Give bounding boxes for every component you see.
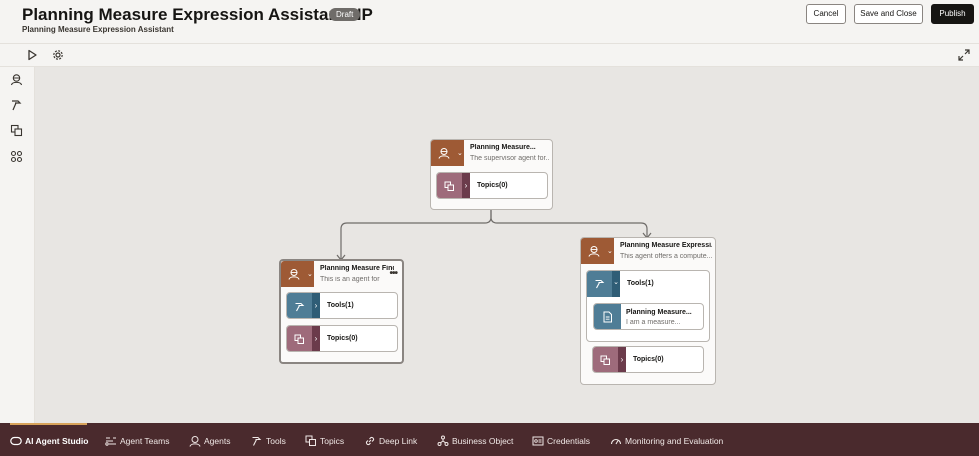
chevron-down-icon[interactable]: ⌄ <box>307 270 313 278</box>
tools-section[interactable]: › Tools(1) <box>286 292 398 319</box>
agent-canvas[interactable]: ⌄ Planning Measure... The supervisor age… <box>35 67 979 423</box>
tools-icon <box>295 302 305 312</box>
document-icon-tile <box>594 304 621 329</box>
agent-name: Planning Measure Find... <box>320 265 394 272</box>
supervisor-agent-card[interactable]: ⌄ Planning Measure... The supervisor age… <box>430 139 553 210</box>
expand-icon[interactable] <box>958 49 970 61</box>
agent-icon-tile[interactable]: ⌄ <box>581 238 614 264</box>
agent-header: ⌄ Planning Measure Expressi... This agen… <box>581 238 715 264</box>
agent-icon <box>438 148 450 159</box>
topics-label: Topics(0) <box>633 356 664 363</box>
agent-name: Planning Measure... <box>470 144 536 151</box>
tools-section-expanded[interactable]: ⌄ Tools(1) Planning Measure... I am a me… <box>586 270 710 342</box>
studio-icon <box>10 436 22 446</box>
agent-icon <box>588 246 600 257</box>
tools-icon <box>595 279 605 289</box>
agent-icon <box>288 269 300 280</box>
chevron-right-icon[interactable]: › <box>312 326 320 351</box>
agent-icon <box>189 436 201 447</box>
credentials-icon <box>532 436 544 446</box>
agent-description: This agent offers a compute... <box>620 253 712 260</box>
connector-lines <box>336 210 652 261</box>
topics-icon[interactable] <box>10 124 23 137</box>
document-icon <box>603 311 612 323</box>
tools-icon <box>252 436 262 446</box>
topics-icon-tile: › <box>287 326 320 351</box>
agent-description: This is an agent for th <box>320 276 380 283</box>
agent-icon[interactable] <box>10 73 23 86</box>
topics-section[interactable]: › Topics(0) <box>286 325 398 352</box>
bottom-navigation: AI Agent Studio Agent Teams Agents Tools… <box>0 423 979 456</box>
tool-item-name: Planning Measure... <box>626 309 692 316</box>
canvas-toolbar <box>0 44 979 67</box>
save-and-close-button[interactable]: Save and Close <box>854 4 923 24</box>
agent-icon-tile[interactable]: ⌄ <box>431 140 464 166</box>
tools-icon-tile: › <box>287 293 320 318</box>
tools-icon[interactable] <box>10 98 23 111</box>
chevron-down-icon[interactable]: ⌄ <box>612 271 620 297</box>
chevron-right-icon[interactable]: › <box>618 347 626 372</box>
gear-icon[interactable] <box>52 49 64 61</box>
topics-section[interactable]: › Topics(0) <box>592 346 704 373</box>
tool-item[interactable]: Planning Measure... I am a measure... <box>593 303 704 330</box>
tool-item-description: I am a measure... <box>626 319 681 326</box>
left-rail <box>0 67 35 423</box>
topics-section[interactable]: › Topics(0) <box>436 172 548 199</box>
chevron-down-icon[interactable]: ⌄ <box>607 247 613 255</box>
topics-label: Topics(0) <box>327 335 358 342</box>
page-subtitle: Planning Measure Expression Assistant <box>22 25 174 34</box>
topics-icon <box>294 334 304 344</box>
topics-icon-tile: › <box>437 173 470 198</box>
tools-label: Tools(1) <box>327 302 354 309</box>
topics-icon <box>600 355 610 365</box>
more-actions-icon[interactable]: ••• <box>389 269 397 279</box>
agent-card-find[interactable]: ⌄ Planning Measure Find... This is an ag… <box>279 259 404 364</box>
agent-header: ⌄ Planning Measure... The supervisor age… <box>431 140 552 166</box>
cancel-button[interactable]: Cancel <box>806 4 846 24</box>
chevron-down-icon[interactable]: ⌄ <box>457 149 463 157</box>
page-title: Planning Measure Expression Assistant NP <box>22 5 373 24</box>
agent-header: ⌄ Planning Measure Find... This is an ag… <box>281 261 402 287</box>
agent-teams-icon <box>105 437 116 446</box>
agent-card-expression[interactable]: ⌄ Planning Measure Expressi... This agen… <box>580 237 716 385</box>
link-icon <box>365 436 375 446</box>
topics-icon <box>305 435 316 446</box>
play-icon[interactable] <box>26 49 38 61</box>
monitoring-icon <box>610 438 622 445</box>
chevron-right-icon[interactable]: › <box>462 173 470 198</box>
agent-description: The supervisor agent for... <box>470 155 550 162</box>
agent-icon-tile[interactable]: ⌄ <box>281 261 314 287</box>
tools-label: Tools(1) <box>627 280 654 287</box>
topics-icon-tile: › <box>593 347 626 372</box>
active-indicator <box>10 423 87 425</box>
business-object-icon <box>437 435 449 446</box>
agent-name: Planning Measure Expressi... <box>620 242 712 249</box>
tools-icon-tile: ⌄ <box>587 271 620 297</box>
chevron-right-icon[interactable]: › <box>312 293 320 318</box>
topics-label: Topics(0) <box>477 182 508 189</box>
page-header: Planning Measure Expression Assistant NP… <box>0 0 979 44</box>
publish-button[interactable]: Publish <box>931 4 974 24</box>
agent-teams-icon[interactable] <box>10 150 23 163</box>
status-badge: Draft <box>329 8 361 21</box>
topics-icon <box>444 181 454 191</box>
